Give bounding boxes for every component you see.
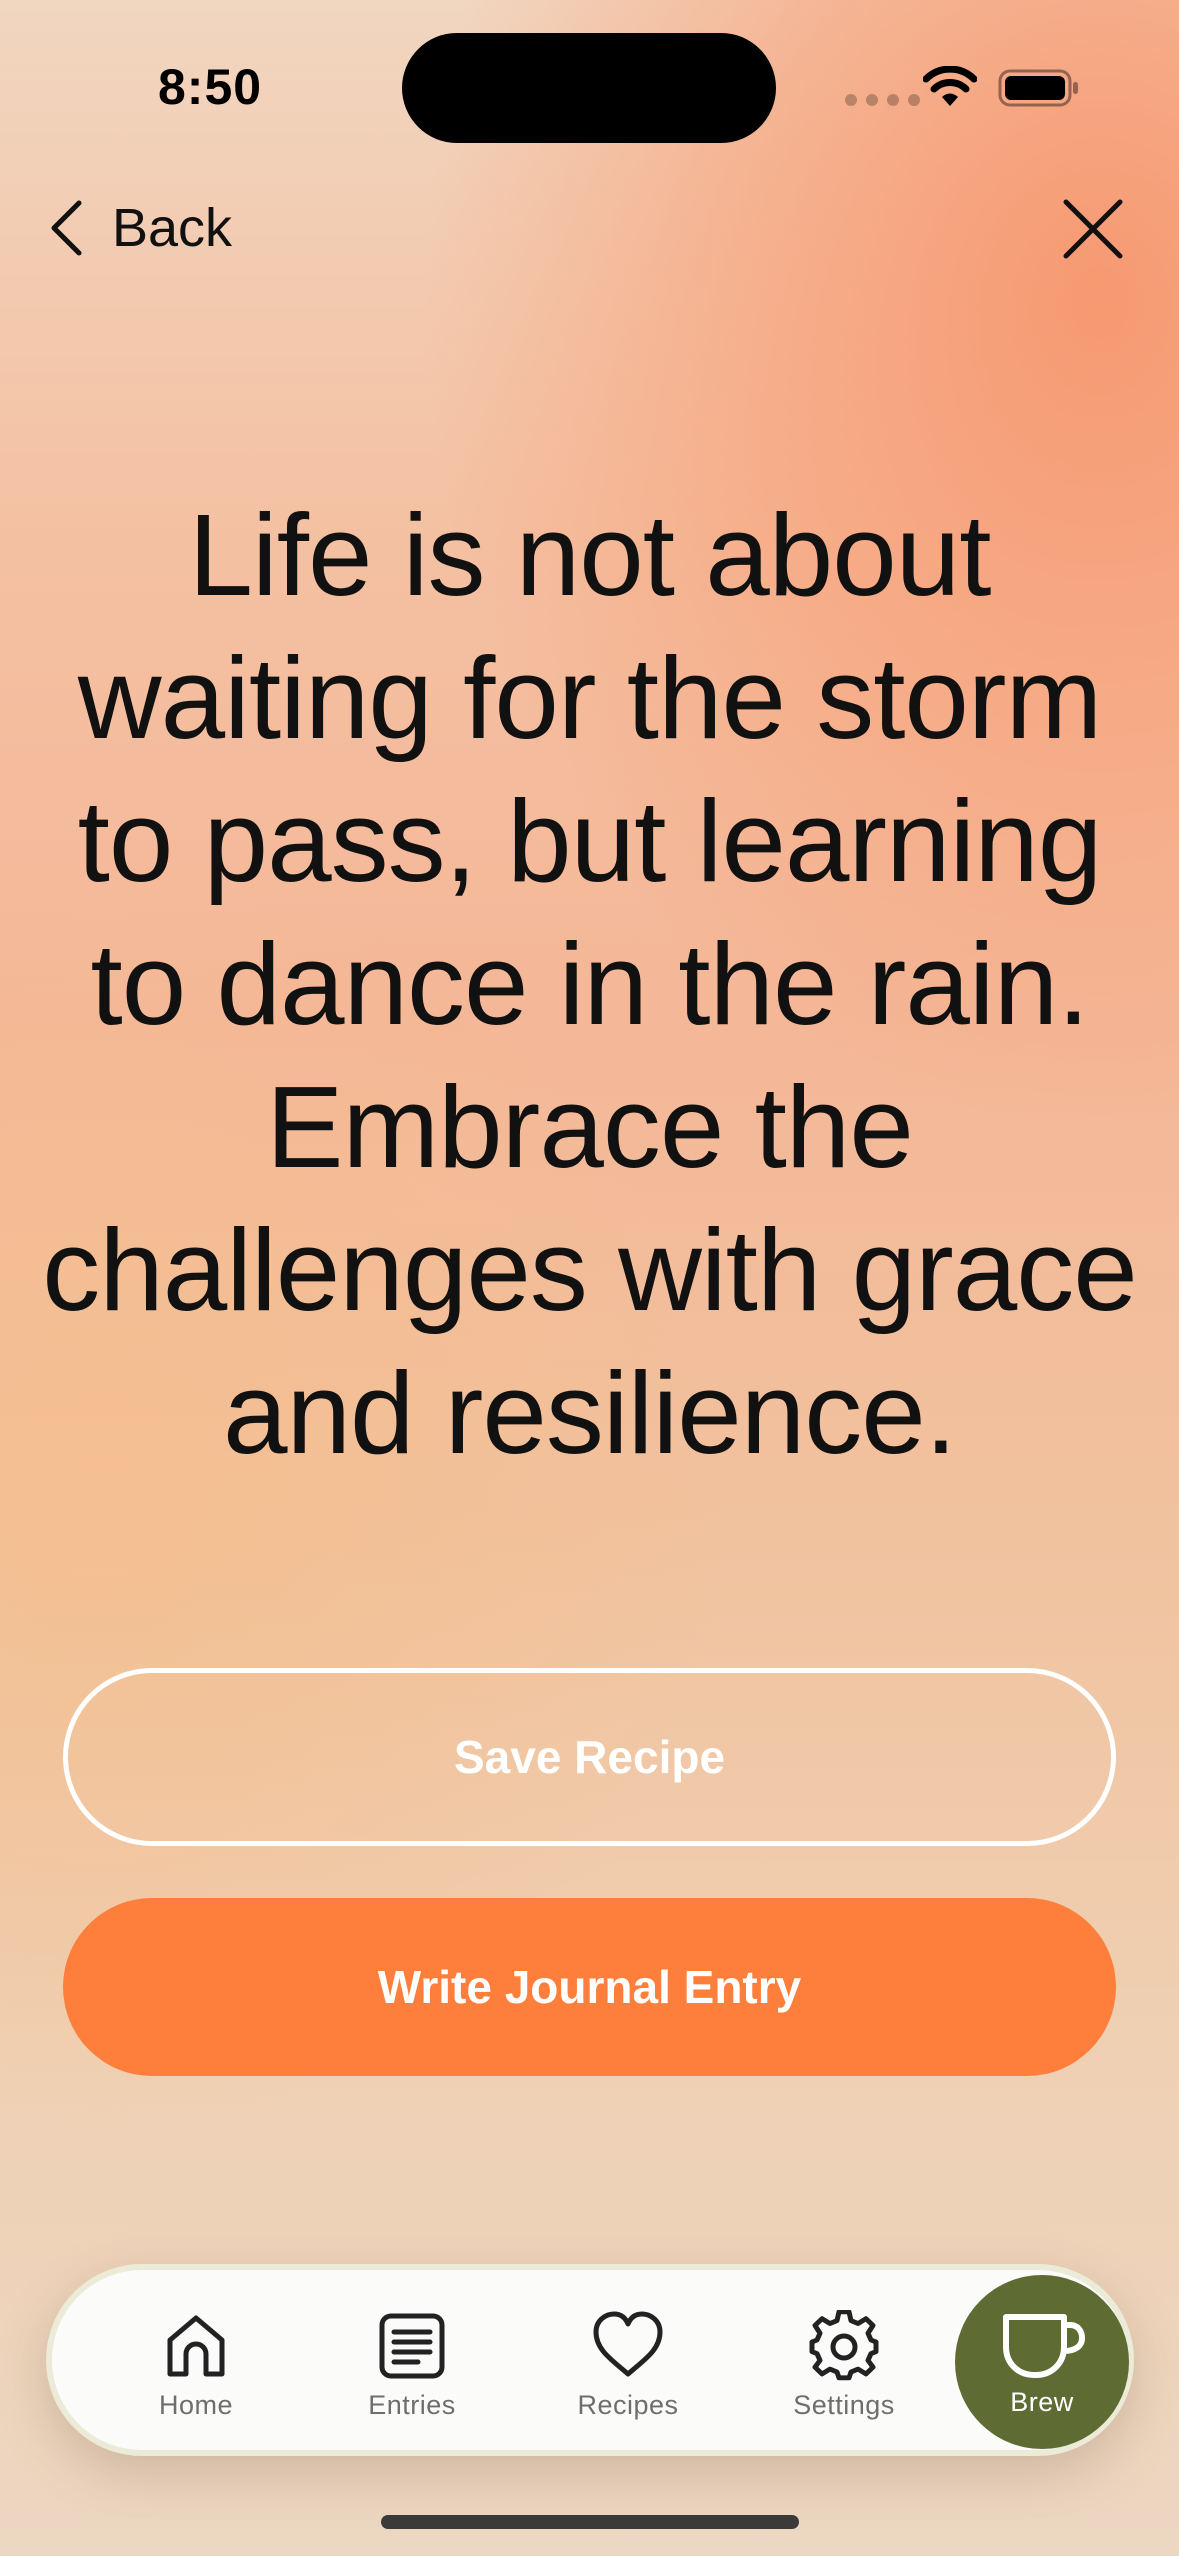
close-icon[interactable] [1060,196,1126,262]
wifi-icon [923,66,977,106]
back-button[interactable]: Back [46,192,232,264]
tab-entries-label: Entries [368,2390,456,2420]
dynamic-island [402,33,776,143]
brew-button[interactable]: Brew [955,2275,1129,2449]
battery-icon [998,69,1078,107]
back-label: Back [112,198,233,258]
cellular-signal-icon [845,94,920,106]
cup-icon [1003,2313,1085,2378]
tab-entries[interactable]: Entries [322,2310,502,2430]
gear-icon [809,2310,879,2381]
write-journal-entry-button[interactable]: Write Journal Entry [63,1898,1116,2076]
tab-settings[interactable]: Settings [754,2310,934,2430]
tab-recipes-label: Recipes [577,2390,679,2420]
status-time: 8:50 [158,59,263,115]
chevron-left-icon [51,200,82,256]
brew-label: Brew [1010,2386,1074,2417]
save-recipe-button[interactable]: Save Recipe [63,1668,1116,1846]
home-indicator[interactable] [381,2515,799,2529]
tab-home-label: Home [158,2390,234,2420]
tab-recipes[interactable]: Recipes [538,2310,718,2430]
tab-settings-label: Settings [793,2390,895,2420]
home-icon [167,2315,225,2377]
heart-icon [593,2311,663,2377]
entries-icon [379,2313,445,2379]
quote-text: Life is not about waiting for the storm … [42,490,1138,1478]
tab-home[interactable]: Home [106,2310,286,2430]
